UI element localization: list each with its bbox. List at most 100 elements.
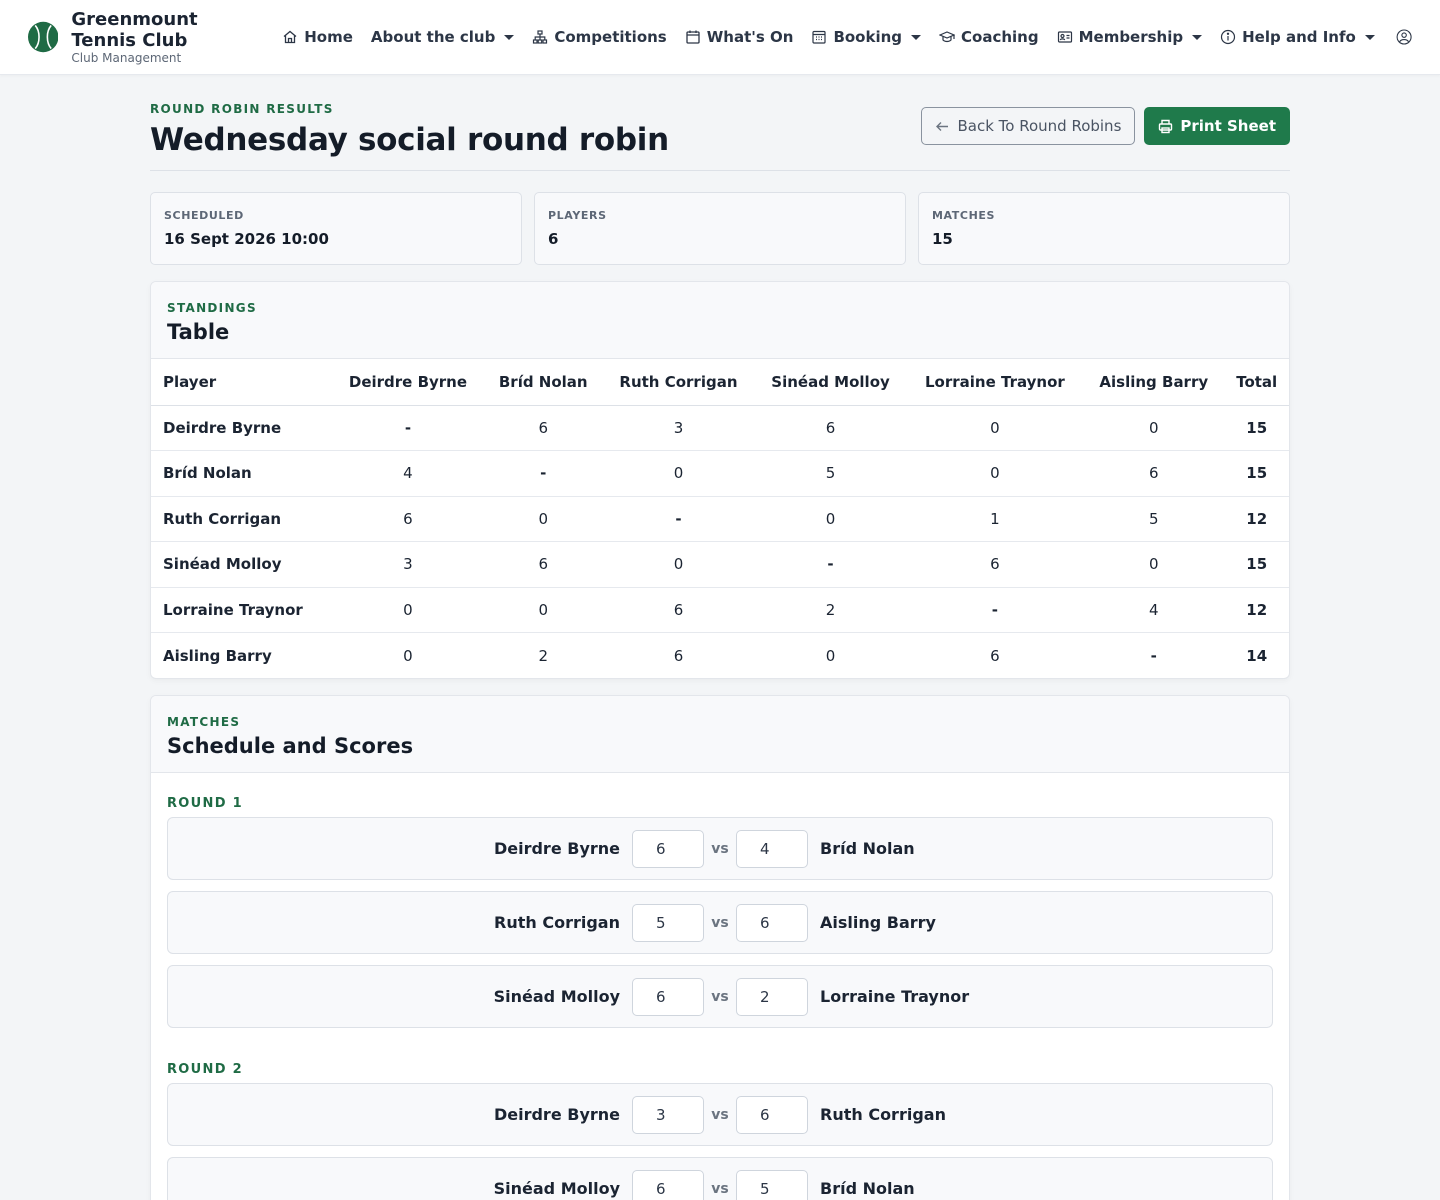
page-header: Wednesday social round robin Back To Rou…	[150, 107, 1290, 171]
brand[interactable]: Greenmount Tennis Club Club Management	[28, 9, 251, 66]
nav-booking-dropdown[interactable]: Booking	[802, 17, 930, 57]
table-row: Aisling Barry 0 2 6 0 6 - 14	[151, 633, 1289, 679]
away-player-name: Ruth Corrigan	[820, 1105, 946, 1124]
score-cell: 1	[906, 496, 1084, 542]
away-score-input[interactable]	[736, 903, 808, 942]
total-cell: 14	[1246, 646, 1268, 665]
score-cell: 0	[403, 646, 413, 665]
home-score-input[interactable]	[632, 903, 704, 942]
score-cell: 6	[483, 405, 603, 451]
brand-title: Greenmount Tennis Club	[71, 8, 198, 51]
arrow-left-icon	[936, 121, 949, 131]
stat-value: 15	[932, 230, 953, 248]
nav-booking-label: Booking	[833, 28, 903, 46]
column-header: Lorraine Traynor	[906, 359, 1084, 406]
score-cell: -	[602, 496, 755, 542]
player-name-cell: Aisling Barry	[163, 646, 272, 665]
nav-about-dropdown[interactable]: About the club	[362, 17, 523, 57]
score-cell: 6	[673, 646, 684, 665]
home-score-input[interactable]	[632, 977, 704, 1016]
home-score-input[interactable]	[632, 1095, 704, 1134]
nav-coaching-label: Coaching	[961, 28, 1039, 46]
nav-membership-dropdown[interactable]: Membership	[1048, 17, 1212, 57]
away-player-name: Bríd Nolan	[820, 839, 915, 858]
id-card-icon	[1057, 31, 1072, 43]
column-header: Aisling Barry	[1083, 359, 1225, 406]
nav-help-label: Help and Info	[1242, 28, 1356, 46]
summary-stats: Scheduled 16 Sept 2026 10:00 Players 6 M…	[150, 192, 1290, 265]
home-icon	[283, 30, 297, 44]
schedule-card: Matches Schedule and Scores Round 1 Deird…	[150, 695, 1290, 1200]
total-cell: 15	[1224, 405, 1289, 451]
column-header: Sinéad Molloy	[754, 359, 907, 406]
back-button-label: Back To Round Robins	[957, 117, 1122, 135]
score-cell: 5	[1083, 496, 1225, 542]
score-cell: 6	[483, 541, 603, 588]
player-name-cell: Deirdre Byrne	[151, 405, 332, 451]
score-cell: 0	[825, 646, 836, 665]
table-row: Deirdre Byrne -6 3 6 0 0 15	[151, 405, 1289, 451]
home-score-input[interactable]	[632, 1169, 704, 1200]
away-score-input[interactable]	[736, 829, 808, 868]
schedule-title: Schedule and Scores	[167, 734, 414, 758]
main-content: Round Robin Results Wednesday social rou…	[150, 75, 1290, 1200]
rounds-list: Round 1 Deirdre Byrne vs Bríd Nolan Ruth Cor…	[151, 773, 1289, 1200]
score-cell: 4	[331, 450, 484, 497]
table-row: Bríd Nolan 4-0 5 0 6 15	[151, 450, 1289, 497]
away-score-input[interactable]	[736, 977, 808, 1016]
sitemap-icon	[533, 30, 548, 44]
vs-label: vs	[711, 914, 729, 931]
nav-competitions[interactable]: Competitions	[523, 17, 675, 57]
score-cell: 0	[906, 450, 1084, 497]
column-header-player: Player	[151, 359, 332, 406]
stat-players: Players 6	[534, 192, 906, 265]
home-player-name: Sinéad Molloy	[493, 1179, 620, 1198]
brand-subtitle: Club Management	[71, 50, 182, 65]
score-cell: 6	[602, 587, 755, 633]
nav-whats-on-label: What's On	[706, 28, 794, 46]
caret-down-icon	[1192, 34, 1203, 40]
calendar-icon	[686, 30, 700, 44]
main-nav: Home About the club Competitions What's …	[273, 17, 1384, 57]
nav-help-dropdown[interactable]: Help and Info	[1211, 17, 1384, 57]
nav-coaching[interactable]: Coaching	[930, 17, 1048, 57]
score-cell: -	[331, 405, 484, 451]
player-name-cell: Lorraine Traynor	[151, 587, 332, 633]
home-player-name: Ruth Corrigan	[494, 913, 620, 932]
user-account-icon[interactable]	[1396, 26, 1412, 48]
away-player-name: Lorraine Traynor	[820, 987, 970, 1006]
column-header-total: Total	[1224, 359, 1289, 406]
score-cell: 6	[990, 646, 1000, 665]
score-cell: 3	[602, 405, 755, 451]
round-matches: Deirdre Byrne vs Bríd Nolan Ruth Corrigan vs…	[151, 817, 1289, 1028]
standings-card: Standings Table Player Deirdre Byrne Brí…	[150, 281, 1290, 679]
home-player-name: Sinéad Molloy	[493, 987, 620, 1006]
caret-down-icon	[911, 34, 922, 40]
home-score-input[interactable]	[632, 829, 704, 868]
nav-competitions-label: Competitions	[554, 28, 667, 46]
score-cell: 5	[754, 450, 907, 497]
nav-home[interactable]: Home	[273, 17, 362, 57]
print-button-label: Print Sheet	[1180, 117, 1276, 135]
score-cell: 0	[483, 496, 603, 542]
score-cell: 2	[754, 587, 907, 633]
stat-label: Players	[548, 209, 607, 222]
stat-value: 16 Sept 2026 10:00	[164, 230, 329, 248]
player-name-cell: Ruth Corrigan	[151, 496, 332, 542]
score-cell: -	[483, 450, 603, 497]
round-matches: Deirdre Byrne vs Ruth Corrigan Sinéad Mollo…	[151, 1083, 1289, 1200]
away-score-input[interactable]	[736, 1169, 808, 1200]
score-cell: 0	[1083, 541, 1225, 588]
print-sheet-button[interactable]: Print Sheet	[1144, 107, 1290, 145]
caret-down-icon	[1364, 34, 1375, 40]
match-row: Sinéad Molloy vs Bríd Nolan	[167, 1157, 1273, 1200]
printer-icon	[1159, 119, 1173, 133]
away-score-input[interactable]	[736, 1095, 808, 1134]
score-cell: 6	[331, 496, 484, 542]
match-row: Deirdre Byrne vs Ruth Corrigan	[167, 1083, 1273, 1146]
nav-whats-on[interactable]: What's On	[676, 17, 803, 57]
away-player-name: Aisling Barry	[820, 913, 936, 932]
back-to-round-robins-button[interactable]: Back To Round Robins	[921, 107, 1136, 145]
standings-title: Table	[167, 320, 230, 344]
home-player-name: Deirdre Byrne	[493, 1105, 620, 1124]
